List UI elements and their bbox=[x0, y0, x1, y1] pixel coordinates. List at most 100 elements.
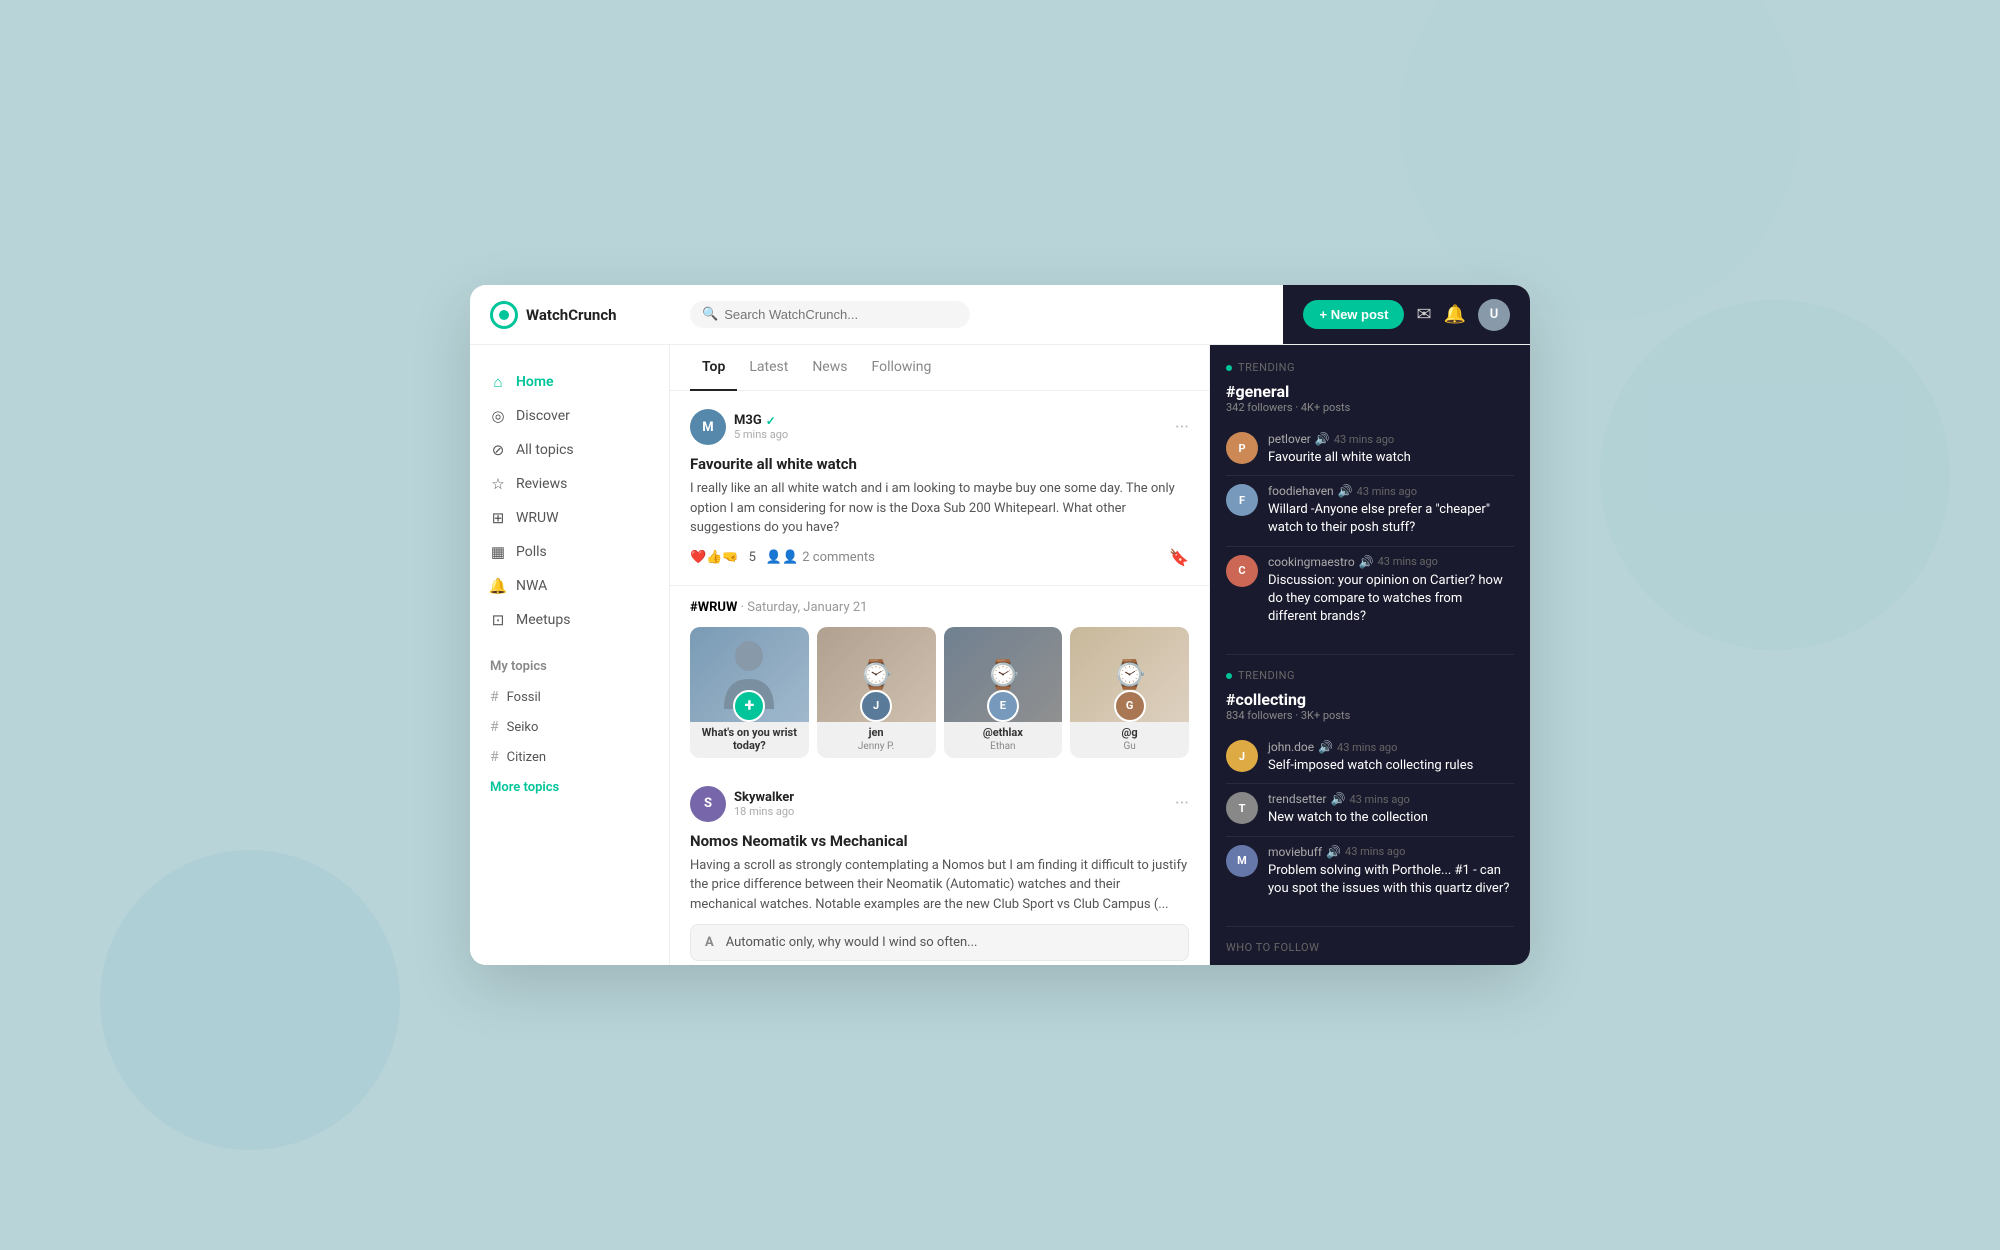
trending-post-author-moviebuff: moviebuff 🔊 43 mins ago bbox=[1268, 845, 1514, 859]
post-avatar-1: M bbox=[690, 409, 726, 445]
wruw-avatar-gu: G bbox=[1114, 690, 1146, 722]
my-topics-label: My topics bbox=[490, 659, 547, 674]
wruw-card-gu[interactable]: ⌚ G @g Gu bbox=[1070, 627, 1189, 758]
topic-fossil[interactable]: # Fossil bbox=[470, 682, 669, 712]
feed-tabs: Top Latest News Following bbox=[670, 345, 1209, 391]
watch-image-1: ⌚ bbox=[859, 658, 894, 691]
barchart-icon: ▦ bbox=[490, 544, 506, 560]
reaction-count-1: 5 bbox=[749, 550, 756, 565]
add-post-overlay[interactable]: + bbox=[733, 690, 765, 722]
right-panel: Trending #general 342 followers · 4K+ po… bbox=[1210, 345, 1530, 965]
sidebar-item-discover[interactable]: ◎ Discover bbox=[470, 399, 669, 433]
post-reactions-1: ❤️👍🤜 5 👤👤 2 comments bbox=[690, 550, 875, 565]
search-box[interactable]: 🔍 bbox=[690, 301, 970, 328]
trending-tag-collecting[interactable]: #collecting bbox=[1226, 690, 1514, 709]
speaker-icon: 🔊 bbox=[1315, 432, 1330, 446]
who-to-follow-label: Who to follow bbox=[1226, 941, 1514, 954]
trending-post-text-moviebuff: Problem solving with Porthole... #1 - ca… bbox=[1268, 862, 1514, 898]
trending-avatar-trendsetter: T bbox=[1226, 792, 1258, 824]
trending-post-author-foodiehaven: foodiehaven 🔊 43 mins ago bbox=[1268, 484, 1514, 498]
post-menu-2[interactable]: ··· bbox=[1175, 793, 1189, 814]
trending-post-info-petlover: petlover 🔊 43 mins ago Favourite all whi… bbox=[1268, 432, 1411, 467]
post-text-1: I really like an all white watch and i a… bbox=[690, 479, 1189, 538]
post-time-1: 5 mins ago bbox=[734, 428, 788, 441]
wruw-header: #WRUW · Saturday, January 21 bbox=[690, 600, 1189, 615]
topic-seiko[interactable]: # Seiko bbox=[470, 712, 669, 742]
watch-image-2: ⌚ bbox=[985, 658, 1020, 691]
trending-tag-general[interactable]: #general bbox=[1226, 382, 1514, 401]
wruw-card-add[interactable]: + What's on you wrist today? bbox=[690, 627, 809, 758]
sidebar-item-wruw[interactable]: ⊞ WRUW bbox=[470, 501, 669, 535]
trending-avatar-foodiehaven: F bbox=[1226, 484, 1258, 516]
post-avatar-2: S bbox=[690, 786, 726, 822]
mail-icon[interactable]: ✉ bbox=[1416, 304, 1431, 325]
header: WatchCrunch 🔍 + New post ✉ 🔔 U bbox=[470, 285, 1530, 345]
wruw-card-sub-ethlax: Ethan bbox=[944, 741, 1063, 758]
trending-post-info-trendsetter: trendsetter 🔊 43 mins ago New watch to t… bbox=[1268, 792, 1428, 827]
follow-person-chloe: C chloe.brown Shannon Watches, records, … bbox=[1226, 964, 1514, 965]
sidebar-item-meetups[interactable]: ⊡ Meetups bbox=[470, 603, 669, 637]
trending-avatar-cookingmaestro: C bbox=[1226, 555, 1258, 587]
notifications-icon[interactable]: 🔔 bbox=[1444, 304, 1466, 325]
sidebar-item-reviews[interactable]: ☆ Reviews bbox=[470, 467, 669, 501]
trending-header-general: Trending bbox=[1226, 361, 1514, 374]
trending-dot-2 bbox=[1226, 673, 1232, 679]
comments-btn-1[interactable]: 👤👤 2 comments bbox=[766, 550, 875, 565]
bookmark-btn-1[interactable]: 🔖 bbox=[1169, 548, 1189, 567]
post-title-2: Nomos Neomatik vs Mechanical bbox=[690, 832, 1189, 850]
trending-post-author-petlover: petlover 🔊 43 mins ago bbox=[1268, 432, 1411, 446]
avatars-icon: 👤👤 bbox=[766, 550, 798, 565]
post-time-2: 18 mins ago bbox=[734, 805, 794, 818]
app-name: WatchCrunch bbox=[526, 306, 617, 324]
wruw-card-jen[interactable]: ⌚ J jen Jenny P. bbox=[817, 627, 936, 758]
trending-post-author-cookingmaestro: cookingmaestro 🔊 43 mins ago bbox=[1268, 555, 1514, 569]
tab-following[interactable]: Following bbox=[859, 345, 943, 391]
logo-icon bbox=[490, 301, 518, 329]
trending-post-text-johndoe: Self-imposed watch collecting rules bbox=[1268, 757, 1473, 775]
speaker-icon-6: 🔊 bbox=[1326, 845, 1341, 859]
poll-label-a: A bbox=[705, 935, 714, 950]
sidebar-item-nwa[interactable]: 🔔 NWA bbox=[470, 569, 669, 603]
poll-option-a[interactable]: A Automatic only, why would I wind so of… bbox=[690, 924, 1189, 961]
hash-icon: # bbox=[490, 719, 499, 735]
body: ⌂ Home ◎ Discover ⊘ All topics ☆ Reviews… bbox=[470, 345, 1530, 965]
trending-post-text-cookingmaestro: Discussion: your opinion on Cartier? how… bbox=[1268, 572, 1514, 627]
post-author-info-2: Skywalker 18 mins ago bbox=[734, 790, 794, 818]
post-menu-1[interactable]: ··· bbox=[1175, 417, 1189, 438]
post-author-1: M M3G ✓ 5 mins ago bbox=[690, 409, 788, 445]
user-avatar[interactable]: U bbox=[1478, 299, 1510, 331]
new-post-button[interactable]: + New post bbox=[1303, 300, 1404, 329]
sidebar-item-all-topics[interactable]: ⊘ All topics bbox=[470, 433, 669, 467]
search-input[interactable] bbox=[724, 307, 958, 322]
trending-post-petlover: P petlover 🔊 43 mins ago Favourite all w… bbox=[1226, 424, 1514, 476]
trending-post-author-johndoe: john.doe 🔊 43 mins ago bbox=[1268, 740, 1473, 754]
wruw-card-sub-jen: Jenny P. bbox=[817, 741, 936, 758]
post-header-2: S Skywalker 18 mins ago ··· bbox=[690, 786, 1189, 822]
topic-citizen[interactable]: # Citizen bbox=[470, 742, 669, 772]
trending-meta-general: 342 followers · 4K+ posts bbox=[1226, 401, 1514, 414]
trending-post-trendsetter: T trendsetter 🔊 43 mins ago New watch to… bbox=[1226, 784, 1514, 836]
trending-post-cookingmaestro: C cookingmaestro 🔊 43 mins ago Discussio… bbox=[1226, 547, 1514, 635]
post-actions-1: ❤️👍🤜 5 👤👤 2 comments 🔖 bbox=[690, 548, 1189, 567]
users-icon: ⊡ bbox=[490, 612, 506, 628]
trending-post-info-moviebuff: moviebuff 🔊 43 mins ago Problem solving … bbox=[1268, 845, 1514, 898]
speaker-icon-5: 🔊 bbox=[1330, 792, 1345, 806]
wruw-grid: + What's on you wrist today? ⌚ J jen Jen… bbox=[690, 627, 1189, 758]
grid-icon: ⊞ bbox=[490, 510, 506, 526]
trending-post-info-cookingmaestro: cookingmaestro 🔊 43 mins ago Discussion:… bbox=[1268, 555, 1514, 627]
tab-top[interactable]: Top bbox=[690, 345, 737, 391]
wruw-card-ethlax[interactable]: ⌚ E @ethlax Ethan bbox=[944, 627, 1063, 758]
more-topics-link[interactable]: More topics bbox=[470, 772, 669, 803]
wruw-card-name-jen: jen bbox=[817, 722, 936, 741]
trending-post-text-foodiehaven: Willard -Anyone else prefer a "cheaper" … bbox=[1268, 501, 1514, 537]
trending-general: Trending #general 342 followers · 4K+ po… bbox=[1226, 361, 1514, 634]
wruw-date: · Saturday, January 21 bbox=[741, 600, 868, 615]
sidebar-item-polls[interactable]: ▦ Polls bbox=[470, 535, 669, 569]
reaction-emojis-1[interactable]: ❤️👍🤜 bbox=[690, 550, 739, 565]
wruw-card-name-ethlax: @ethlax bbox=[944, 722, 1063, 741]
sidebar-item-home[interactable]: ⌂ Home bbox=[470, 365, 669, 399]
tab-news[interactable]: News bbox=[800, 345, 859, 391]
verified-badge-1: ✓ bbox=[766, 414, 776, 428]
tab-latest[interactable]: Latest bbox=[737, 345, 800, 391]
trending-avatar-petlover: P bbox=[1226, 432, 1258, 464]
